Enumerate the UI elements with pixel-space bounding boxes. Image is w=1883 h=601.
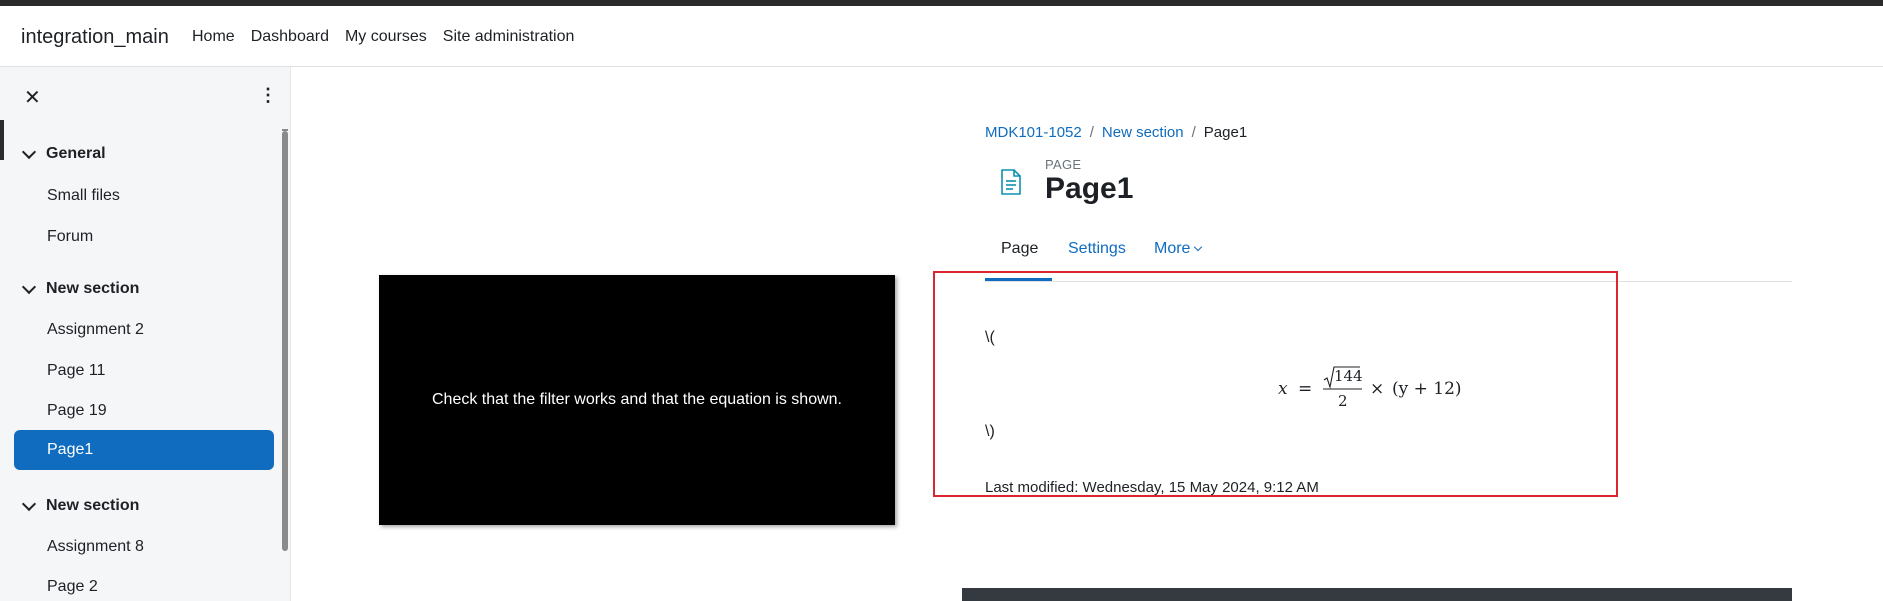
course-item-assignment-8[interactable]: Assignment 8 (47, 538, 144, 556)
section-new-section-1[interactable]: New section (21, 279, 140, 298)
math-equation: x = 144 2 × (y + 12) (1278, 366, 1462, 410)
tab-more-label: More (1154, 240, 1191, 257)
window-edge (0, 120, 4, 160)
video-caption: Check that the filter works and that the… (431, 391, 842, 408)
latex-close-delimiter: \) (985, 423, 995, 440)
tab-settings[interactable]: Settings (1068, 240, 1126, 258)
eq-lhs: x (1278, 379, 1288, 399)
chevron-down-icon (21, 144, 37, 160)
site-brand[interactable]: integration_main (21, 26, 169, 49)
nav-my-courses[interactable]: My courses (345, 28, 427, 46)
breadcrumb: MDK101-1052 / New section / Page1 (985, 124, 1247, 141)
activity-type-label: PAGE (1045, 157, 1082, 172)
course-item-forum[interactable]: Forum (47, 228, 93, 246)
top-navbar: integration_main Home Dashboard My cours… (0, 6, 1883, 67)
footer-bar (962, 588, 1792, 601)
course-item-assignment-2[interactable]: Assignment 2 (47, 321, 144, 339)
nav-site-administration[interactable]: Site administration (443, 28, 575, 46)
course-item-small-files[interactable]: Small files (47, 187, 120, 205)
tab-more[interactable]: More (1154, 240, 1203, 258)
eq-equals: = (1298, 379, 1312, 399)
course-item-page1-active[interactable]: Page1 (14, 430, 274, 470)
section-title: New section (46, 280, 140, 297)
section-title: New section (46, 497, 140, 514)
page-document-icon (1001, 169, 1021, 195)
course-item-page-11[interactable]: Page 11 (47, 362, 105, 380)
chevron-down-icon (21, 496, 37, 512)
course-item-page-2[interactable]: Page 2 (47, 578, 98, 596)
breadcrumb-section[interactable]: New section (1102, 124, 1184, 141)
video-player[interactable]: Check that the filter works and that the… (379, 275, 895, 525)
section-title: General (46, 145, 106, 162)
kebab-menu-icon[interactable]: ⋮ (259, 85, 277, 106)
eq-times: × (1370, 379, 1384, 399)
chevron-down-icon (21, 279, 37, 295)
page-title: Page1 (1045, 172, 1134, 205)
last-modified: Last modified: Wednesday, 15 May 2024, 9… (985, 479, 1319, 496)
close-icon[interactable]: ✕ (24, 85, 41, 110)
nav-home[interactable]: Home (192, 28, 235, 46)
section-new-section-2[interactable]: New section (21, 496, 140, 515)
drawer-scrollbar[interactable] (282, 131, 288, 551)
primary-navigation: Home Dashboard My courses Site administr… (192, 28, 574, 46)
breadcrumb-course[interactable]: MDK101-1052 (985, 124, 1082, 141)
section-general[interactable]: General (21, 144, 106, 163)
chevron-down-icon (1194, 242, 1203, 252)
breadcrumb-current: Page1 (1203, 124, 1248, 141)
breadcrumb-separator: / (1089, 124, 1094, 141)
tab-page[interactable]: Page (1001, 240, 1038, 258)
breadcrumb-separator: / (1191, 124, 1196, 141)
latex-open-delimiter: \( (985, 329, 995, 346)
eq-rhs: (y + 12) (1392, 379, 1462, 399)
course-item-page-19[interactable]: Page 19 (47, 402, 107, 420)
eq-denominator: 2 (1338, 392, 1348, 410)
nav-dashboard[interactable]: Dashboard (251, 28, 329, 46)
course-index-drawer: ✕ ⋮ General Small files Forum New sectio… (0, 67, 291, 601)
eq-sqrt-arg: 144 (1334, 367, 1363, 385)
